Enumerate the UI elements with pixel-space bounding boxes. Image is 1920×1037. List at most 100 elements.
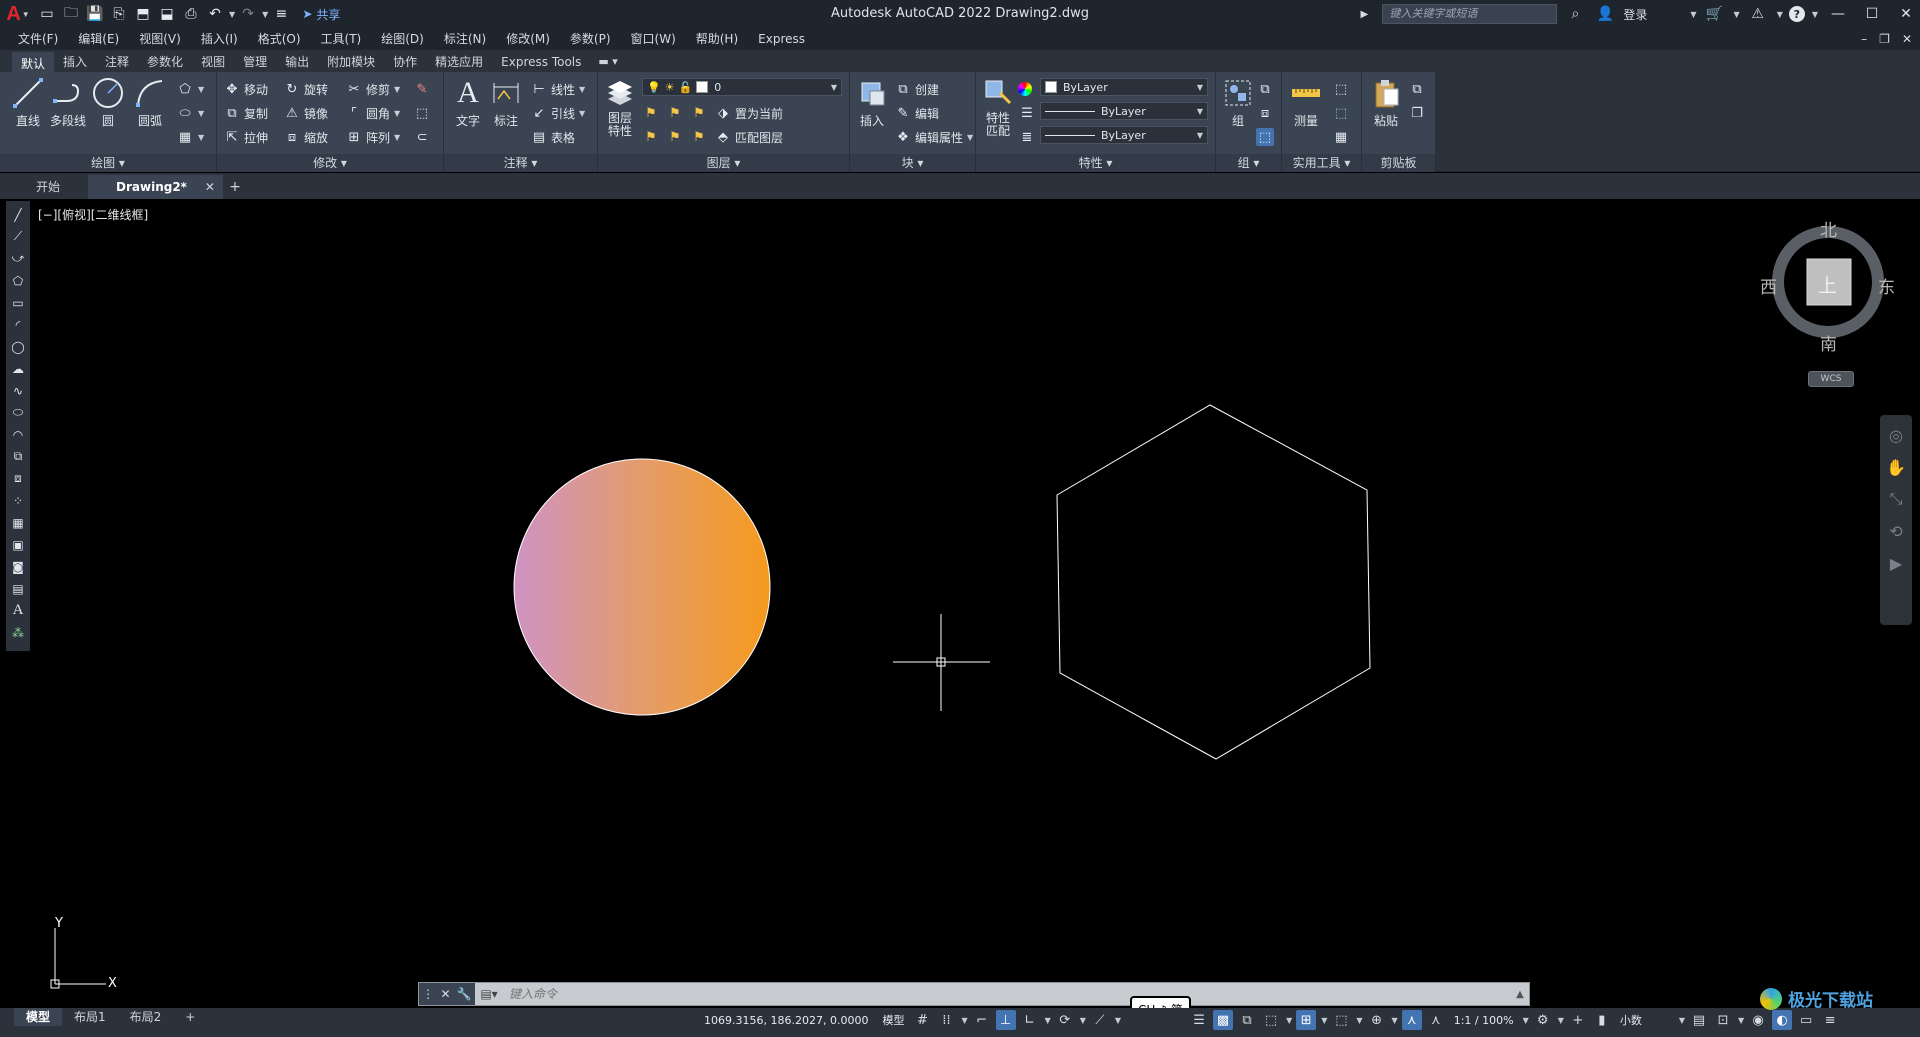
- stretch-button[interactable]: ⇱ 拉伸: [223, 126, 268, 148]
- panel-title-utilities[interactable]: 实用工具 ▾: [1282, 154, 1361, 172]
- coordinates-readout[interactable]: 1069.3156, 186.2027, 0.0000: [698, 1014, 874, 1027]
- ortho-icon[interactable]: ∟: [1020, 1010, 1040, 1030]
- arc-button[interactable]: 圆弧: [130, 76, 170, 129]
- orbit-icon[interactable]: ⟲: [1884, 519, 1908, 543]
- paste-button[interactable]: 粘贴: [1366, 76, 1406, 129]
- customization-icon[interactable]: ≡: [1820, 1010, 1840, 1030]
- quick-properties-icon[interactable]: ▤: [1689, 1010, 1709, 1030]
- user-icon[interactable]: 👤: [1593, 0, 1617, 28]
- insert-block-button[interactable]: 插入: [852, 76, 892, 129]
- tab-output[interactable]: 输出: [276, 52, 318, 72]
- tab-parametric[interactable]: 参数化: [138, 52, 192, 72]
- add-layout-icon[interactable]: +: [173, 1008, 207, 1026]
- doc-minimize-icon[interactable]: –: [1861, 32, 1867, 46]
- move-button[interactable]: ✥ 移动: [223, 78, 268, 100]
- rectangle-icon[interactable]: ▭: [8, 293, 28, 312]
- layer-tool-3[interactable]: ⚑: [690, 102, 708, 124]
- erase-button[interactable]: ✎: [413, 78, 431, 100]
- drawing-canvas[interactable]: [32, 201, 1912, 1008]
- dimension-button[interactable]: 标注: [486, 76, 526, 129]
- tab-home[interactable]: 默认: [12, 52, 55, 72]
- close-tab-icon[interactable]: ✕: [205, 175, 215, 199]
- panel-title-properties[interactable]: 特性 ▾: [976, 154, 1215, 172]
- help-search-input[interactable]: 键入关键字或短语: [1382, 4, 1558, 24]
- isolate-objects-icon[interactable]: ◉: [1748, 1010, 1768, 1030]
- menu-draw[interactable]: 绘图(D): [371, 28, 434, 50]
- units-icon[interactable]: ▮: [1592, 1010, 1612, 1030]
- grip-icon[interactable]: ⋮: [422, 987, 434, 1001]
- search-icon[interactable]: ⌕: [1563, 0, 1587, 28]
- login-dropdown-icon[interactable]: ▼: [1690, 10, 1696, 19]
- explode-button[interactable]: ⬚: [413, 102, 431, 124]
- layer-tool-1[interactable]: ⚑: [642, 102, 660, 124]
- menu-tools[interactable]: 工具(T): [311, 28, 372, 50]
- ellipse-arc-icon[interactable]: ◠: [8, 425, 28, 444]
- line-icon[interactable]: ╱: [8, 205, 28, 224]
- doc-restore-icon[interactable]: ❐: [1879, 32, 1890, 46]
- gradient-icon[interactable]: ▣: [8, 535, 28, 554]
- panel-title-annotation[interactable]: 注释 ▾: [444, 154, 597, 172]
- circle-icon[interactable]: ◯: [8, 337, 28, 356]
- group-button[interactable]: 组: [1218, 76, 1258, 129]
- tab-express-tools[interactable]: Express Tools: [492, 52, 590, 72]
- offset-button[interactable]: ⊂: [413, 126, 431, 148]
- hardware-acceleration-icon[interactable]: ◐: [1772, 1010, 1793, 1030]
- 3d-osnap-icon[interactable]: ⬚: [1261, 1010, 1281, 1030]
- undo-icon[interactable]: ↶: [204, 4, 226, 24]
- make-block-icon[interactable]: ⧈: [8, 469, 28, 488]
- compass-west[interactable]: 西: [1760, 273, 1777, 298]
- annotation-scale[interactable]: 1:1 / 100%: [1450, 1014, 1518, 1027]
- create-block-button[interactable]: ⧉ 创建: [894, 78, 939, 100]
- wrench-icon[interactable]: 🔧: [457, 987, 472, 1001]
- help-icon[interactable]: ?: [1788, 6, 1805, 22]
- selection-cycling-icon[interactable]: ⧉: [1237, 1010, 1257, 1030]
- new-tab-icon[interactable]: +: [223, 175, 247, 199]
- close-command-icon[interactable]: ✕: [440, 987, 450, 1001]
- zoom-extents-icon[interactable]: ⤡: [1884, 487, 1908, 511]
- panel-title-modify[interactable]: 修改 ▾: [217, 154, 443, 172]
- save-as-icon[interactable]: ⎘: [108, 4, 130, 24]
- menu-view[interactable]: 视图(V): [129, 28, 191, 50]
- menu-format[interactable]: 格式(O): [248, 28, 311, 50]
- group-tool-3[interactable]: ⬚: [1256, 126, 1274, 148]
- menu-dimension[interactable]: 标注(N): [434, 28, 496, 50]
- panel-title-layers[interactable]: 图层 ▾: [598, 154, 849, 172]
- open-folder-icon[interactable]: 🗀: [60, 4, 82, 24]
- layer-properties-button[interactable]: 图层 特性: [600, 76, 640, 138]
- lineweight-dropdown[interactable]: ByLayer ▼: [1040, 126, 1208, 144]
- edit-block-button[interactable]: ✎ 编辑: [894, 102, 939, 124]
- wcs-menu[interactable]: WCS: [1808, 371, 1854, 387]
- text-button[interactable]: A 文字: [448, 76, 488, 129]
- open-web-icon[interactable]: ⬒: [132, 4, 154, 24]
- maximize-icon[interactable]: ☐: [1858, 6, 1886, 22]
- dynamic-ucs-icon[interactable]: ⊞: [1296, 1010, 1317, 1030]
- ellipse-icon[interactable]: ⬭: [8, 403, 28, 422]
- mirror-button[interactable]: ⚠ 镜像: [283, 102, 328, 124]
- tab-drawing2[interactable]: Drawing2* ✕: [88, 175, 223, 199]
- copy-clip-button[interactable]: ❐: [1408, 102, 1426, 124]
- compass-south[interactable]: 南: [1820, 330, 1837, 355]
- polygon-icon[interactable]: ⬠: [8, 271, 28, 290]
- revision-cloud-icon[interactable]: ☁: [8, 359, 28, 378]
- dynamic-input-icon[interactable]: ⊥: [995, 1010, 1016, 1030]
- polar-tracking-icon[interactable]: ⟳: [1055, 1010, 1075, 1030]
- tab-insert[interactable]: 插入: [54, 52, 96, 72]
- auto-scale-icon[interactable]: ⋏: [1426, 1010, 1446, 1030]
- spline-icon[interactable]: ∿: [8, 381, 28, 400]
- circle-button[interactable]: 圆: [88, 76, 128, 129]
- layer-dropdown[interactable]: 💡 ☀ 🔓 0 ▼: [642, 78, 842, 96]
- construction-line-icon[interactable]: ⟋: [8, 227, 28, 246]
- redo-icon[interactable]: ↷: [237, 4, 259, 24]
- menu-help[interactable]: 帮助(H): [686, 28, 748, 50]
- table-button[interactable]: ▤ 表格: [530, 126, 575, 148]
- polyline-icon[interactable]: ⤻: [8, 249, 28, 268]
- pan-hand-icon[interactable]: ✋: [1884, 455, 1908, 479]
- scale-button[interactable]: ⧈ 缩放: [283, 126, 328, 148]
- close-icon[interactable]: ✕: [1892, 6, 1920, 22]
- fillet-button[interactable]: ⌜ 圆角 ▼: [345, 102, 400, 124]
- arc-icon[interactable]: ◜: [8, 315, 28, 334]
- minimize-icon[interactable]: —: [1824, 6, 1852, 22]
- menu-modify[interactable]: 修改(M): [496, 28, 560, 50]
- gizmo-icon[interactable]: ⊕: [1367, 1010, 1387, 1030]
- linetype-icon-button[interactable]: ☰: [1018, 102, 1036, 124]
